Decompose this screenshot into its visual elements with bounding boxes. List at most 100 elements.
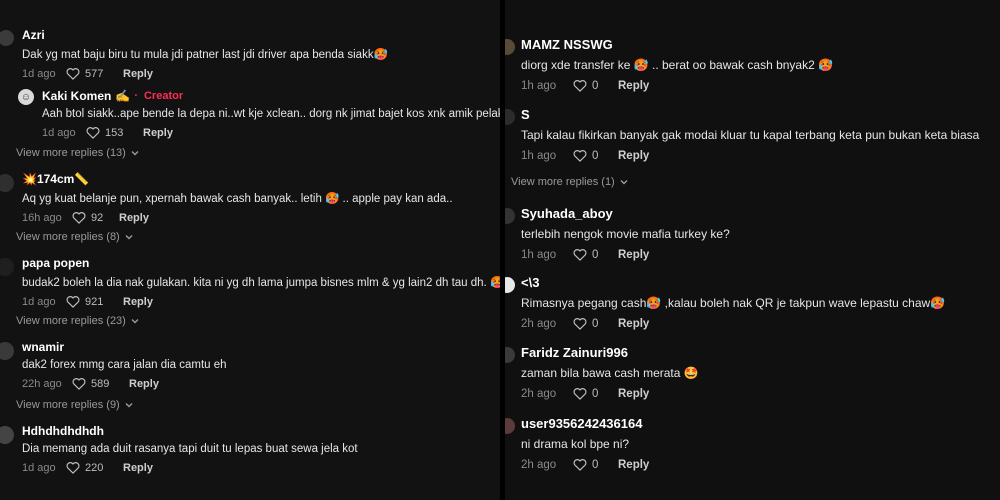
avatar[interactable]: [505, 277, 515, 293]
like-button[interactable]: 0: [573, 149, 618, 162]
chevron-down-icon: [131, 151, 139, 156]
comment-username[interactable]: Syuhada_aboy: [521, 206, 613, 221]
like-button[interactable]: 0: [573, 79, 618, 92]
like-count: 577: [85, 67, 104, 80]
view-more-label: View more replies (13): [16, 147, 126, 159]
heart-icon: [66, 462, 80, 474]
view-more-replies[interactable]: View more replies (23): [16, 315, 140, 327]
like-button[interactable]: 92: [72, 211, 119, 224]
comment-text: Tapi kalau fikirkan banyak gak modai klu…: [521, 128, 980, 142]
like-count: 153: [105, 126, 124, 139]
comment-text: zaman bila bawa cash merata 🤩: [521, 366, 699, 380]
like-button[interactable]: 0: [573, 387, 618, 400]
like-count: 0: [592, 387, 599, 400]
comment-text: ni drama kol bpe ni?: [521, 437, 630, 451]
view-more-label: View more replies (8): [16, 231, 120, 243]
comment-username[interactable]: 💥174cm📏: [22, 172, 89, 186]
comment-text: diorg xde transfer ke 🥵 .. berat oo bawa…: [521, 58, 834, 72]
like-button[interactable]: 577: [66, 67, 123, 80]
avatar[interactable]: [505, 39, 515, 55]
like-button[interactable]: 153: [86, 126, 143, 139]
comment-time: 1d ago: [22, 295, 56, 308]
comment-username[interactable]: wnamir: [22, 340, 64, 354]
reply-button[interactable]: Reply: [129, 378, 159, 390]
reply-button[interactable]: Reply: [143, 127, 173, 139]
heart-icon: [66, 296, 80, 308]
like-button[interactable]: 921: [66, 295, 123, 308]
avatar[interactable]: [0, 342, 14, 360]
avatar[interactable]: [0, 258, 14, 276]
like-count: 0: [592, 317, 599, 330]
comment-time: 1h ago: [521, 248, 557, 261]
comment-username[interactable]: user9356242436164: [521, 416, 642, 431]
avatar[interactable]: [505, 109, 515, 125]
heart-icon: [573, 459, 587, 471]
reply-button[interactable]: Reply: [123, 296, 153, 308]
avatar[interactable]: [0, 174, 14, 192]
comment-text: budak2 boleh la dia nak gulakan. kita ni…: [22, 277, 500, 289]
reply-button[interactable]: Reply: [123, 462, 153, 474]
reply-button[interactable]: Reply: [618, 318, 649, 330]
comment-username[interactable]: papa popen: [22, 256, 89, 270]
like-button[interactable]: 0: [573, 458, 618, 471]
like-count: 0: [592, 149, 599, 162]
heart-icon: [573, 249, 587, 261]
comment-time: 16h ago: [22, 211, 62, 224]
comment-time: 22h ago: [22, 377, 62, 390]
heart-icon: [573, 80, 587, 92]
comment-time: 1d ago: [42, 126, 76, 139]
comment-time: 1h ago: [521, 79, 557, 92]
avatar[interactable]: [0, 426, 14, 444]
like-count: 220: [85, 461, 104, 474]
view-more-replies[interactable]: View more replies (8): [16, 231, 134, 243]
heart-icon: [573, 150, 587, 162]
view-more-label: View more replies (9): [16, 399, 120, 411]
view-more-label: View more replies (23): [16, 315, 126, 327]
reply-button[interactable]: Reply: [618, 459, 649, 471]
comment-text: terlebih nengok movie mafia turkey ke?: [521, 227, 730, 241]
comment-text: dak2 forex mmg cara jalan dia camtu eh: [22, 359, 227, 371]
reply-button[interactable]: Reply: [618, 249, 649, 261]
avatar[interactable]: [0, 30, 14, 46]
chevron-down-icon: [131, 319, 139, 324]
view-more-label: View more replies (1): [511, 176, 615, 188]
reply-button[interactable]: Reply: [618, 388, 649, 400]
heart-icon: [72, 378, 86, 390]
reply-button[interactable]: Reply: [618, 150, 649, 162]
view-more-replies[interactable]: View more replies (9): [16, 399, 134, 411]
comment-username[interactable]: MAMZ NSSWG: [521, 37, 613, 52]
comment-time: 1d ago: [22, 461, 56, 474]
comment-username[interactable]: Hdhdhdhdhdh: [22, 424, 104, 438]
writing-hand-emoji: ✍️: [115, 89, 131, 103]
view-more-replies[interactable]: View more replies (13): [16, 147, 140, 159]
comment-time: 2h ago: [521, 458, 557, 471]
avatar[interactable]: [505, 208, 515, 224]
avatar[interactable]: [505, 418, 515, 434]
comment-username[interactable]: Azri: [22, 28, 45, 42]
comment-time: 1h ago: [521, 149, 557, 162]
heart-icon: [72, 212, 86, 224]
comment-time: 2h ago: [521, 317, 557, 330]
comment-time: 1d ago: [22, 67, 56, 80]
like-count: 0: [592, 248, 599, 261]
comment-username[interactable]: Faridz Zainuri996: [521, 345, 628, 360]
like-count: 589: [91, 377, 110, 390]
like-button[interactable]: 589: [72, 377, 129, 390]
reply-button[interactable]: Reply: [123, 68, 153, 80]
comment-username[interactable]: <\3: [521, 275, 539, 290]
reply-button[interactable]: Reply: [618, 80, 649, 92]
like-button[interactable]: 220: [66, 461, 123, 474]
like-button[interactable]: 0: [573, 248, 618, 261]
comment-username[interactable]: S: [521, 107, 530, 122]
avatar[interactable]: [505, 347, 515, 363]
like-count: 0: [592, 458, 599, 471]
like-button[interactable]: 0: [573, 317, 618, 330]
view-more-replies[interactable]: View more replies (1): [511, 176, 629, 188]
comment-text: Dak yg mat baju biru tu mula jdi patner …: [22, 49, 388, 61]
reply-button[interactable]: Reply: [119, 212, 149, 224]
heart-icon: [86, 127, 100, 139]
chevron-down-icon: [620, 180, 628, 185]
comment-username[interactable]: Kaki Komen: [42, 89, 111, 103]
heart-icon: [573, 388, 587, 400]
avatar[interactable]: ☺: [18, 89, 34, 105]
